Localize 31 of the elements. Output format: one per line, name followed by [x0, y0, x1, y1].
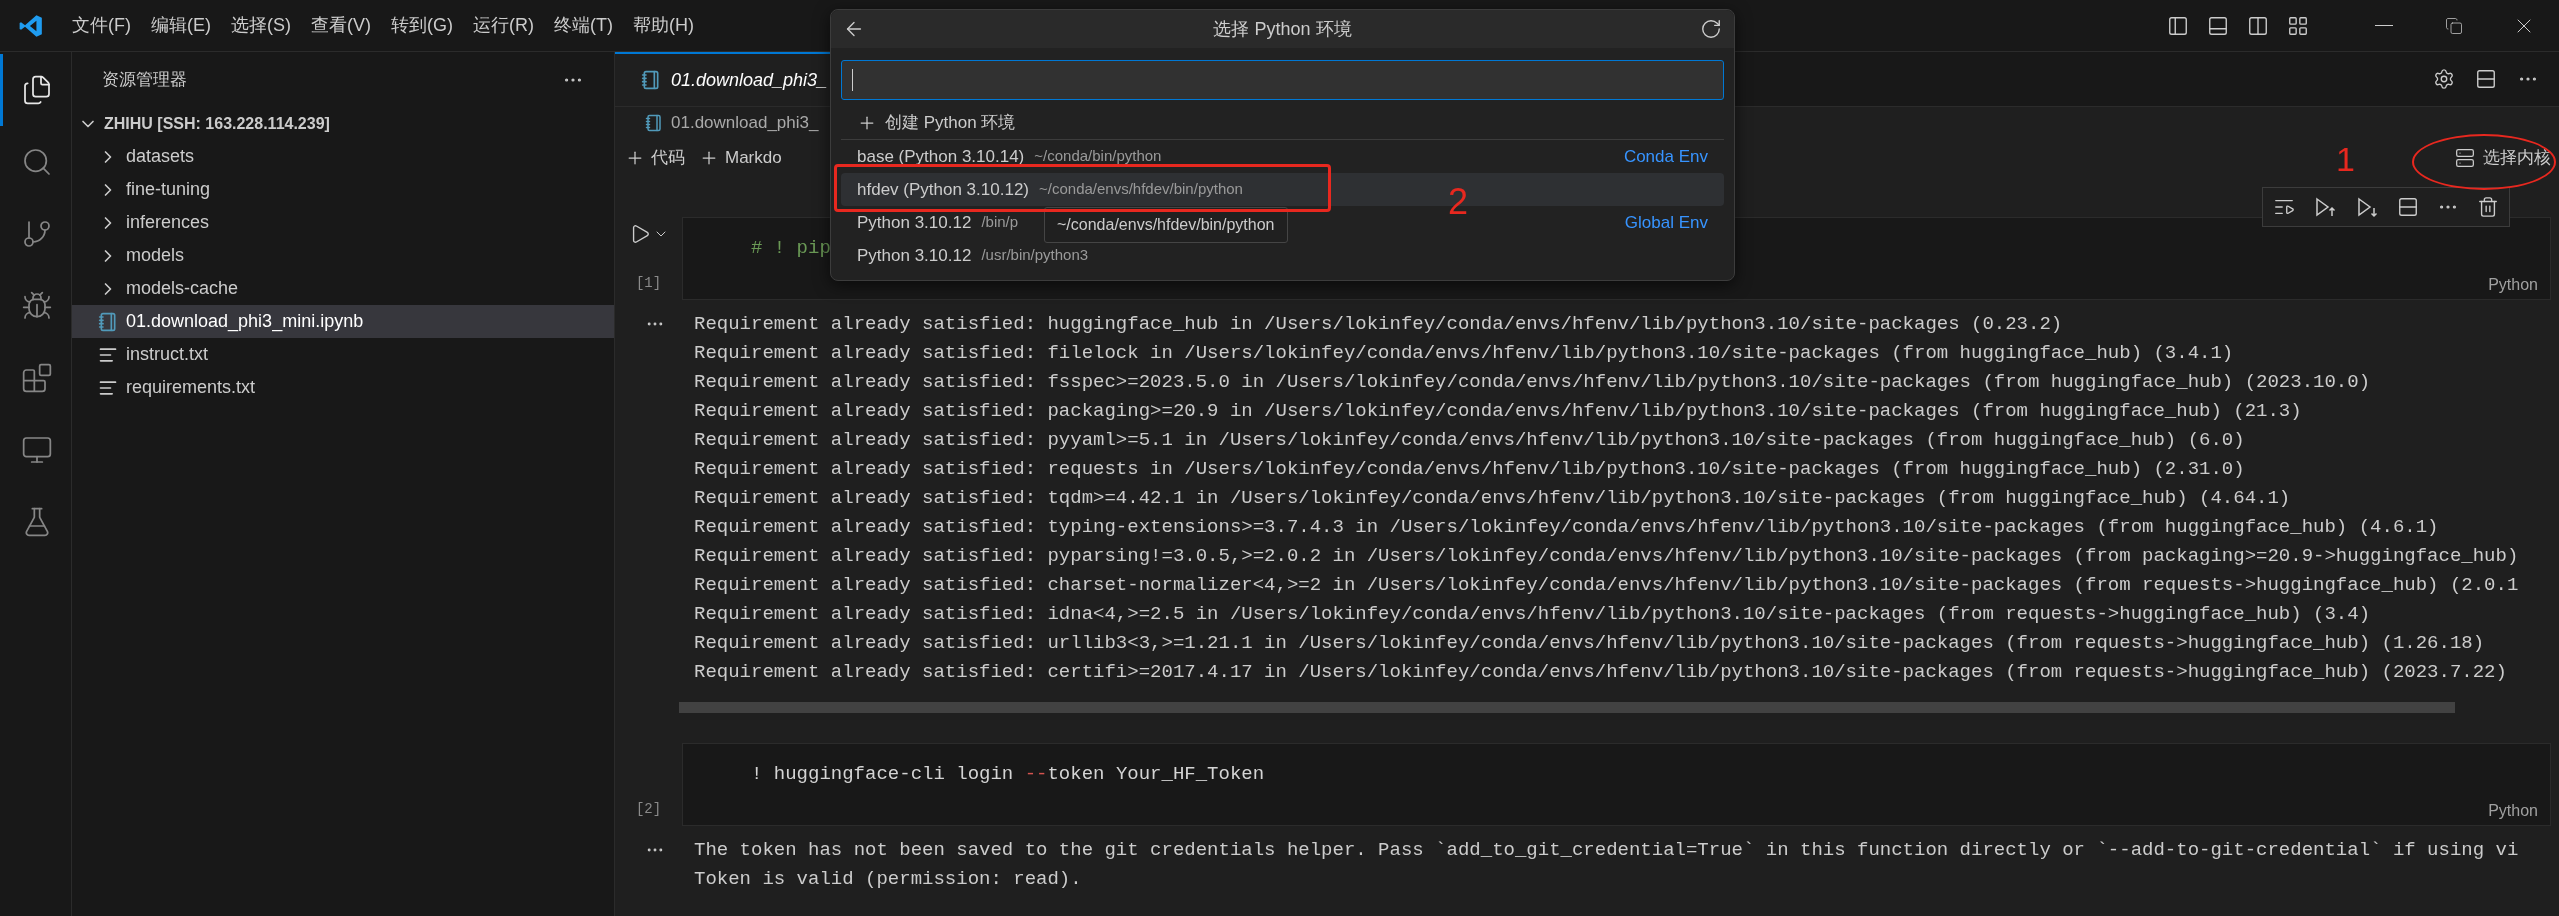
environment-path: /usr/bin/python3 [981, 245, 1089, 266]
output-line: Requirement already satisfied: idna<4,>=2.5 in /Users/lokinfey/conda/envs/hfenv/lib/python3.10/site-packages (from requests->huggingface_hub) (3.4) [694, 602, 2372, 627]
output-line: Requirement already satisfied: pyparsing!=3.0.5,>=2.0.2 in /Users/lokinfey/conda/envs/hfenv/lib/python3.10/site-packages (from packaging>=20.9->huggingface_hub) [694, 544, 2519, 569]
output-line: Requirement already satisfied: tqdm>=4.42.1 in /Users/lokinfey/conda/envs/hfenv/lib/python3.10/site-packages (from huggingface_hub) (4.64.1) [694, 486, 2292, 511]
environment-name: hfdev (Python 3.10.12) [857, 178, 1029, 201]
output-line: The token has not been saved to the git credentials helper. Pass `add_to_git_credential=True` in this function directly or `--add-to-git-credential` if using vi [694, 838, 2519, 863]
environment-name: base (Python 3.10.14) [857, 145, 1025, 168]
environment-path: ~/conda/envs/hfdev/bin/python [1039, 179, 1243, 200]
output-line: Token is valid (permission: read). [694, 867, 1083, 892]
quick-pick-title: 选择 Python 环境 [1213, 17, 1352, 41]
output-line: Requirement already satisfied: filelock in /Users/lokinfey/conda/envs/hfenv/lib/python3.10/site-packages (from huggingface_hub) (3.4.1) [694, 341, 2235, 366]
execution-count: [2] [635, 800, 662, 819]
sidebar-title: 资源管理器 [102, 68, 187, 91]
output-line: Requirement already satisfied: huggingface_hub in /Users/lokinfey/conda/envs/hfenv/lib/python3.10/site-packages (0.23.2) [694, 312, 2064, 337]
environment-name: Python 3.10.12 [857, 211, 972, 234]
code-line: ! huggingface-cli login --token Your_HF_Token [751, 762, 1265, 787]
environment-tag: Conda Env [1623, 143, 1708, 170]
output-line: Requirement already satisfied: pyyaml>=5.1 in /Users/lokinfey/conda/envs/hfenv/lib/python3.10/site-packages (from huggingface_hub) (6.0) [694, 428, 2246, 453]
execution-count: [1] [635, 274, 662, 293]
output-line: Requirement already satisfied: charset-normalizer<4,>=2 in /Users/lokinfey/conda/envs/hfenv/lib/python3.10/site-packages (from requests->huggingface_hub) (2.0.1 [694, 573, 2519, 598]
annotation-number: 1 [2336, 140, 2355, 178]
environment-path: /bin/p [981, 212, 1019, 233]
output-line: Requirement already satisfied: typing-extensions>=3.7.4.3 in /Users/lokinfey/conda/envs/hfenv/lib/python3.10/site-packages (from huggingface_hub) (4.6.1) [694, 515, 2440, 540]
output-line: Requirement already satisfied: urllib3<3,>=1.21.1 in /Users/lokinfey/conda/envs/hfenv/lib/python3.10/site-packages (from requests->huggingface_hub) (1.26.18) [694, 631, 2486, 656]
environment-name: Python 3.10.12 [857, 244, 972, 267]
output-line: Requirement already satisfied: packaging>=20.9 in /Users/lokinfey/conda/envs/hfenv/lib/python3.10/site-packages (from huggingface_hub) (21.3) [694, 399, 2303, 424]
environment-path: ~/conda/bin/python [1034, 146, 1162, 167]
output-line: Requirement already satisfied: fsspec>=2023.5.0 in /Users/lokinfey/conda/envs/hfenv/lib/python3.10/site-packages (from huggingface_hub) (2023.10.0) [694, 370, 2372, 395]
code-line: # ! pip [751, 236, 831, 261]
output-line: Requirement already satisfied: certifi>=2017.4.17 in /Users/lokinfey/conda/envs/hfenv/lib/python3.10/site-packages (from requests->huggingface_hub) (2023.7.22) [694, 660, 2508, 685]
output-line: Requirement already satisfied: requests in /Users/lokinfey/conda/envs/hfenv/lib/python3.10/site-packages (from huggingface_hub) (2.31.0) [694, 457, 2246, 482]
